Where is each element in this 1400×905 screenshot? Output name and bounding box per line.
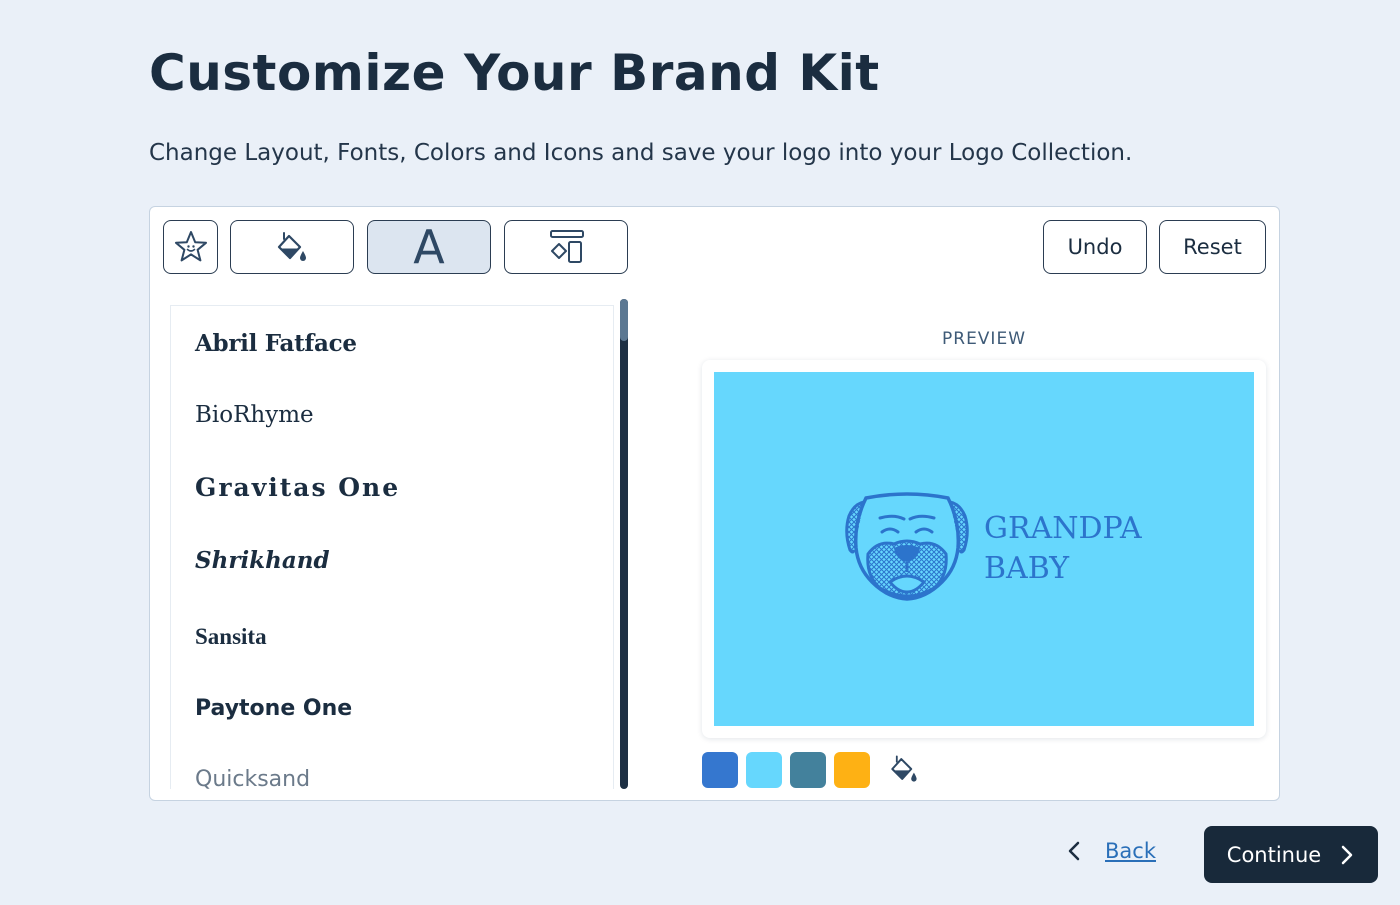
font-option-paytone-one[interactable]: Paytone One [195, 696, 352, 721]
back-link[interactable]: Back [1065, 839, 1156, 863]
dog-face-icon [845, 492, 969, 601]
page-subtitle: Change Layout, Fonts, Colors and Icons a… [149, 140, 1133, 166]
logo-preview: GRANDPA BABY [714, 372, 1254, 726]
chevron-right-icon [1341, 845, 1353, 864]
color-swatch-3[interactable] [790, 752, 826, 788]
preview-card: GRANDPA BABY [702, 360, 1266, 738]
continue-button[interactable]: Continue [1204, 826, 1378, 883]
scrollbar-thumb[interactable] [620, 299, 628, 341]
reset-button[interactable]: Reset [1159, 220, 1266, 274]
font-option-gravitas-one[interactable]: Gravitas One [195, 473, 400, 502]
font-tool-button[interactable]: A [367, 220, 491, 274]
continue-label: Continue [1226, 842, 1322, 867]
chevron-left-icon [1068, 841, 1080, 861]
brand-kit-editor: A Undo Reset Abril Fatface BioRhyme Grav… [149, 206, 1280, 801]
layout-tool-button[interactable] [504, 220, 628, 274]
page-title: Customize Your Brand Kit [149, 44, 880, 102]
paint-bucket-icon [277, 232, 306, 261]
star-icon [174, 231, 207, 262]
font-list: Abril Fatface BioRhyme Gravitas One Shri… [170, 305, 614, 789]
layout-icon [550, 230, 584, 263]
color-swatch-4[interactable] [834, 752, 870, 788]
undo-button[interactable]: Undo [1043, 220, 1147, 274]
color-swatch-1[interactable] [702, 752, 738, 788]
font-icon: A [413, 220, 445, 274]
brand-name-text: GRANDPA BABY [984, 509, 1142, 589]
font-option-quicksand[interactable]: Quicksand [195, 767, 310, 789]
icon-tool-button[interactable] [163, 220, 218, 274]
font-option-sansita[interactable]: Sansita [195, 624, 267, 650]
preview-label: PREVIEW [942, 329, 1026, 349]
brand-name-line-2: BABY [984, 551, 1070, 586]
color-tool-button[interactable] [230, 220, 354, 274]
font-option-biorhyme[interactable]: BioRhyme [195, 402, 314, 428]
color-swatch-2[interactable] [746, 752, 782, 788]
font-option-shrikhand[interactable]: Shrikhand [195, 547, 330, 574]
font-option-abril-fatface[interactable]: Abril Fatface [195, 330, 357, 357]
brand-name-line-1: GRANDPA [984, 511, 1142, 546]
font-list-scrollbar[interactable] [620, 299, 628, 789]
paint-bucket-icon[interactable] [886, 751, 922, 787]
back-label: Back [1105, 839, 1156, 863]
